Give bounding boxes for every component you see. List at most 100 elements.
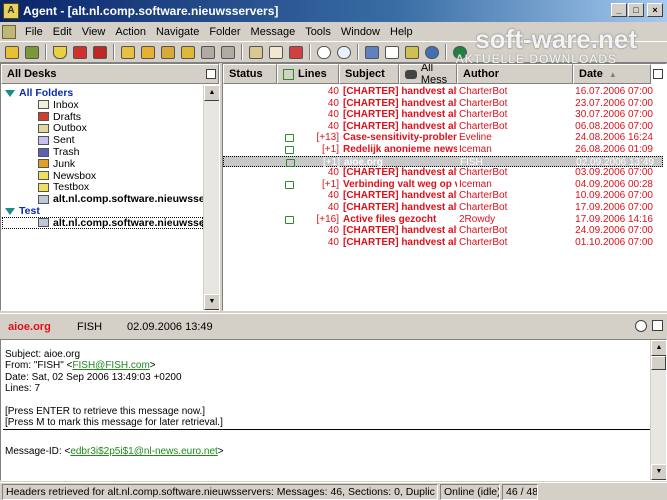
column-author[interactable]: Author: [457, 64, 573, 84]
find-next-button[interactable]: [334, 43, 353, 61]
mark-retrieve-button[interactable]: [70, 43, 89, 61]
message-lines: 40: [327, 236, 339, 248]
address-book-button[interactable]: [246, 43, 265, 61]
message-link[interactable]: edbr3i$2p5i$1@nl-news.euro.net: [70, 446, 217, 457]
folder-item[interactable]: alt.nl.comp.software.nieuwsserv: [38, 193, 215, 205]
menu-navigate[interactable]: Navigate: [151, 26, 204, 38]
menu-help[interactable]: Help: [385, 26, 418, 38]
thread-icon[interactable]: [285, 134, 294, 143]
scroll-thumb[interactable]: [651, 356, 666, 370]
folder-item[interactable]: Trash: [38, 146, 79, 158]
folder-label: All Folders: [19, 87, 74, 99]
pane-restore-icon[interactable]: [653, 69, 663, 79]
message-date: 17.09.2006 07:00: [575, 202, 653, 213]
message-subject: Active files gezocht: [343, 213, 437, 225]
message-row[interactable]: [+16] Active files gezocht 2Rowdy 17.09.200…: [223, 214, 663, 226]
options-button[interactable]: [422, 43, 441, 61]
thread-icon[interactable]: [285, 180, 294, 189]
status-online[interactable]: Online (idle): [440, 484, 500, 500]
message-date: 03.09.2006 07:00: [575, 167, 653, 179]
folder-item[interactable]: Outbox: [38, 122, 87, 134]
message-row[interactable]: 40 [CHARTER] handvest alt CharterBot 01.10.…: [223, 237, 663, 249]
print-button[interactable]: [266, 43, 285, 61]
minimize-button[interactable]: _: [611, 3, 627, 17]
message-author: CharterBot: [459, 86, 508, 97]
folder-pane: All Desks All Folders Inbox Drafts Outbox Se…: [0, 63, 220, 311]
message-row[interactable]: 40 [CHARTER] handvest alt CharterBot 03.09.…: [223, 167, 663, 179]
folder-item[interactable]: Test: [5, 205, 40, 217]
menu-action[interactable]: Action: [110, 26, 151, 38]
column-date[interactable]: Date ▲: [573, 64, 651, 84]
folder-item[interactable]: Testbox: [38, 181, 89, 193]
folder-item[interactable]: All Folders: [5, 87, 73, 99]
folder-scrollbar[interactable]: ▲ ▼: [203, 85, 219, 310]
get-messages-button[interactable]: [22, 43, 41, 61]
reply-button[interactable]: [138, 43, 157, 61]
send-button[interactable]: [198, 43, 217, 61]
folder-item[interactable]: Sent: [38, 134, 75, 146]
folder-item[interactable]: Newsbox: [38, 170, 96, 182]
menu-view[interactable]: View: [77, 26, 111, 38]
message-row[interactable]: 40 [CHARTER] handvest alt CharterBot 16.07.…: [223, 86, 663, 98]
scroll-down-button[interactable]: ▼: [651, 464, 666, 480]
tools-button[interactable]: [382, 43, 401, 61]
scroll-up-button[interactable]: ▲: [204, 85, 219, 101]
get-new-headers-button[interactable]: [2, 43, 21, 61]
thread-icon[interactable]: [286, 158, 295, 167]
lock-button[interactable]: [402, 43, 421, 61]
message-row[interactable]: [+13] Case-sensitivity-probler Eveline 24.0…: [223, 132, 663, 144]
pane-restore-icon[interactable]: [206, 69, 216, 79]
message-row[interactable]: 40 [CHARTER] handvest alt CharterBot 24.09.…: [223, 225, 663, 237]
folder-item[interactable]: Drafts: [38, 111, 81, 123]
folder-item[interactable]: alt.nl.comp.software.nieuwsserv: [2, 216, 215, 229]
message-row[interactable]: 40 [CHARTER] handvest alt CharterBot 23.07.…: [223, 98, 663, 110]
preview-scrollbar[interactable]: ▲ ▼: [650, 340, 666, 480]
folder-label: Testbox: [53, 181, 90, 194]
scroll-up-button[interactable]: ▲: [651, 340, 666, 356]
document-icon[interactable]: [2, 24, 16, 39]
menu-message[interactable]: Message: [246, 26, 301, 38]
column-subject[interactable]: Subject: [339, 64, 399, 84]
find-button[interactable]: [314, 43, 333, 61]
message-row[interactable]: [+1] Verbinding valt weg op v Iceman 04.09.…: [223, 179, 663, 191]
menu-edit[interactable]: Edit: [48, 26, 77, 38]
mark-read-button[interactable]: [50, 43, 69, 61]
delete-button[interactable]: [286, 43, 305, 61]
message-row[interactable]: 40 [CHARTER] handvest alt CharterBot 30.07.…: [223, 109, 663, 121]
column-all-messages[interactable]: All Mess: [399, 64, 457, 86]
watch-button[interactable]: [90, 43, 109, 61]
maximize-button[interactable]: □: [628, 3, 644, 17]
folder-item[interactable]: Junk: [38, 158, 75, 170]
message-lines: 40: [327, 120, 339, 132]
menu-window[interactable]: Window: [336, 26, 385, 38]
menu-tools[interactable]: Tools: [300, 26, 336, 38]
post-button[interactable]: [118, 43, 137, 61]
preview-options-icon[interactable]: [635, 320, 647, 332]
agent-app-icon[interactable]: A: [3, 3, 19, 19]
pane-restore-icon[interactable]: [652, 320, 663, 331]
folder-pane-header[interactable]: All Desks: [1, 64, 219, 84]
scroll-down-button[interactable]: ▼: [204, 294, 219, 310]
forward-button[interactable]: [178, 43, 197, 61]
message-row[interactable]: 40 [CHARTER] handvest alt CharterBot 06.08.…: [223, 121, 663, 133]
toolbar-separator: [309, 44, 311, 60]
thread-icon[interactable]: [285, 146, 294, 154]
message-row[interactable]: 40 [CHARTER] handvest alt CharterBot 17.09.…: [223, 202, 663, 214]
column-lines[interactable]: Lines: [277, 64, 339, 84]
column-status[interactable]: Status: [223, 64, 277, 84]
menu-folder[interactable]: Folder: [204, 26, 245, 38]
message-row[interactable]: 40 [CHARTER] handvest alt CharterBot 10.09.…: [223, 190, 663, 202]
message-link[interactable]: FISH@FISH.com: [72, 360, 149, 371]
send-later-button[interactable]: [218, 43, 237, 61]
preview-subject: aioe.org: [8, 320, 51, 333]
thread-icon[interactable]: [285, 215, 294, 224]
drafts-icon: [38, 112, 49, 122]
reply-email-button[interactable]: [158, 43, 177, 61]
close-button[interactable]: ×: [647, 3, 663, 17]
menu-file[interactable]: File: [20, 26, 48, 38]
folder-item[interactable]: Inbox: [38, 99, 79, 111]
filter-button[interactable]: [362, 43, 381, 61]
message-row[interactable]: [+1] aioe.org FISH 02.09.2006 13:49: [223, 155, 663, 168]
folder-label: Inbox: [53, 98, 79, 111]
message-row[interactable]: [+1] Redelijk anonieme news Iceman 26.08.20…: [223, 144, 663, 156]
